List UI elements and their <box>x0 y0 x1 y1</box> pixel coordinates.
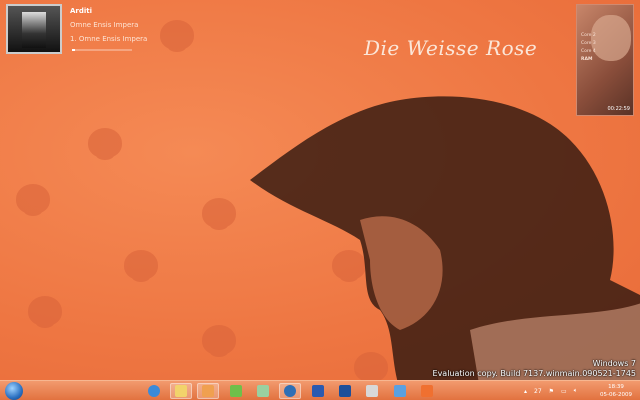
explorer-folder-icon <box>175 385 187 397</box>
start-button[interactable] <box>5 382 23 400</box>
rose-decoration <box>88 128 122 160</box>
gadget-time: 00:22:59 <box>607 106 630 112</box>
taskbar-button-internet-explorer[interactable] <box>143 383 165 399</box>
word-icon <box>312 385 324 397</box>
portrait-image <box>250 96 640 380</box>
taskbar-button-word[interactable] <box>307 383 329 399</box>
paint-icon <box>366 385 378 397</box>
show-hidden-icons-button[interactable]: ▴ <box>524 388 527 395</box>
gadget-label: Core 4 <box>581 49 596 54</box>
taskbar-button-network[interactable] <box>389 383 411 399</box>
watermark-line1: Windows 7 <box>592 359 636 368</box>
network-tray-icon[interactable]: ▭ <box>561 388 567 395</box>
media-player-gadget[interactable]: Arditi Omne Ensis Impera 1. Omne Ensis I… <box>6 4 196 54</box>
desktop: Die Weisse Rose Arditi Omne Ensis Impera… <box>0 0 640 380</box>
photoshop-icon <box>339 385 351 397</box>
album-label: Omne Ensis Impera <box>70 21 139 29</box>
messenger-icon <box>230 385 242 397</box>
internet-explorer-icon <box>148 385 160 397</box>
artist-label: Arditi <box>70 7 93 15</box>
taskbar-button-messenger[interactable] <box>225 383 247 399</box>
windows-watermark: Windows 7 Evaluation copy. Build 7137.wi… <box>433 359 636 379</box>
progress-fill <box>72 49 75 51</box>
track-label: 1. Omne Ensis Impera <box>70 35 148 43</box>
gadget-label: Core 3 <box>581 41 596 46</box>
temperature-indicator[interactable]: 27 <box>534 388 542 395</box>
taskbar-button-media-player[interactable] <box>197 383 219 399</box>
system-tray: ▴ 27 ⚑ ▭ 🔈︎ <box>524 383 577 399</box>
taskbar-button-paint[interactable] <box>361 383 383 399</box>
clock-date: 05-06-2009 <box>600 392 632 398</box>
album-art <box>6 4 62 54</box>
rose-decoration <box>202 198 236 230</box>
network-icon <box>394 385 406 397</box>
gadget-label: RAM <box>581 57 593 62</box>
app-icon <box>421 385 433 397</box>
clock-time: 18:39 <box>608 384 624 390</box>
rose-decoration <box>28 296 62 328</box>
media-player-icon <box>202 385 214 397</box>
taskbar: ▴ 27 ⚑ ▭ 🔈︎ 18:39 05-06-2009 <box>0 380 640 400</box>
gadget-label: Core 2 <box>581 33 596 38</box>
watermark-line2: Evaluation copy. Build 7137.winmain.0905… <box>432 369 636 378</box>
flag-icon[interactable]: ⚑ <box>549 388 554 395</box>
progress-bar[interactable] <box>72 49 132 51</box>
taskbar-button-mail[interactable] <box>252 383 274 399</box>
mail-icon <box>257 385 269 397</box>
rose-decoration <box>16 184 50 216</box>
thunderbird-icon <box>284 385 296 397</box>
rose-decoration <box>202 325 236 357</box>
system-monitor-gadget[interactable]: Core 2 Core 3 Core 4 RAM 00:22:59 <box>576 4 634 116</box>
taskbar-button-thunderbird[interactable] <box>279 383 301 399</box>
taskbar-button-photoshop[interactable] <box>334 383 356 399</box>
taskbar-button-explorer-folder[interactable] <box>170 383 192 399</box>
taskbar-button-app[interactable] <box>416 383 438 399</box>
wallpaper-title: Die Weisse Rose <box>364 36 538 60</box>
volume-icon[interactable]: 🔈︎ <box>574 387 578 395</box>
clock[interactable]: 18:39 05-06-2009 <box>600 383 632 399</box>
rose-decoration <box>124 250 158 282</box>
